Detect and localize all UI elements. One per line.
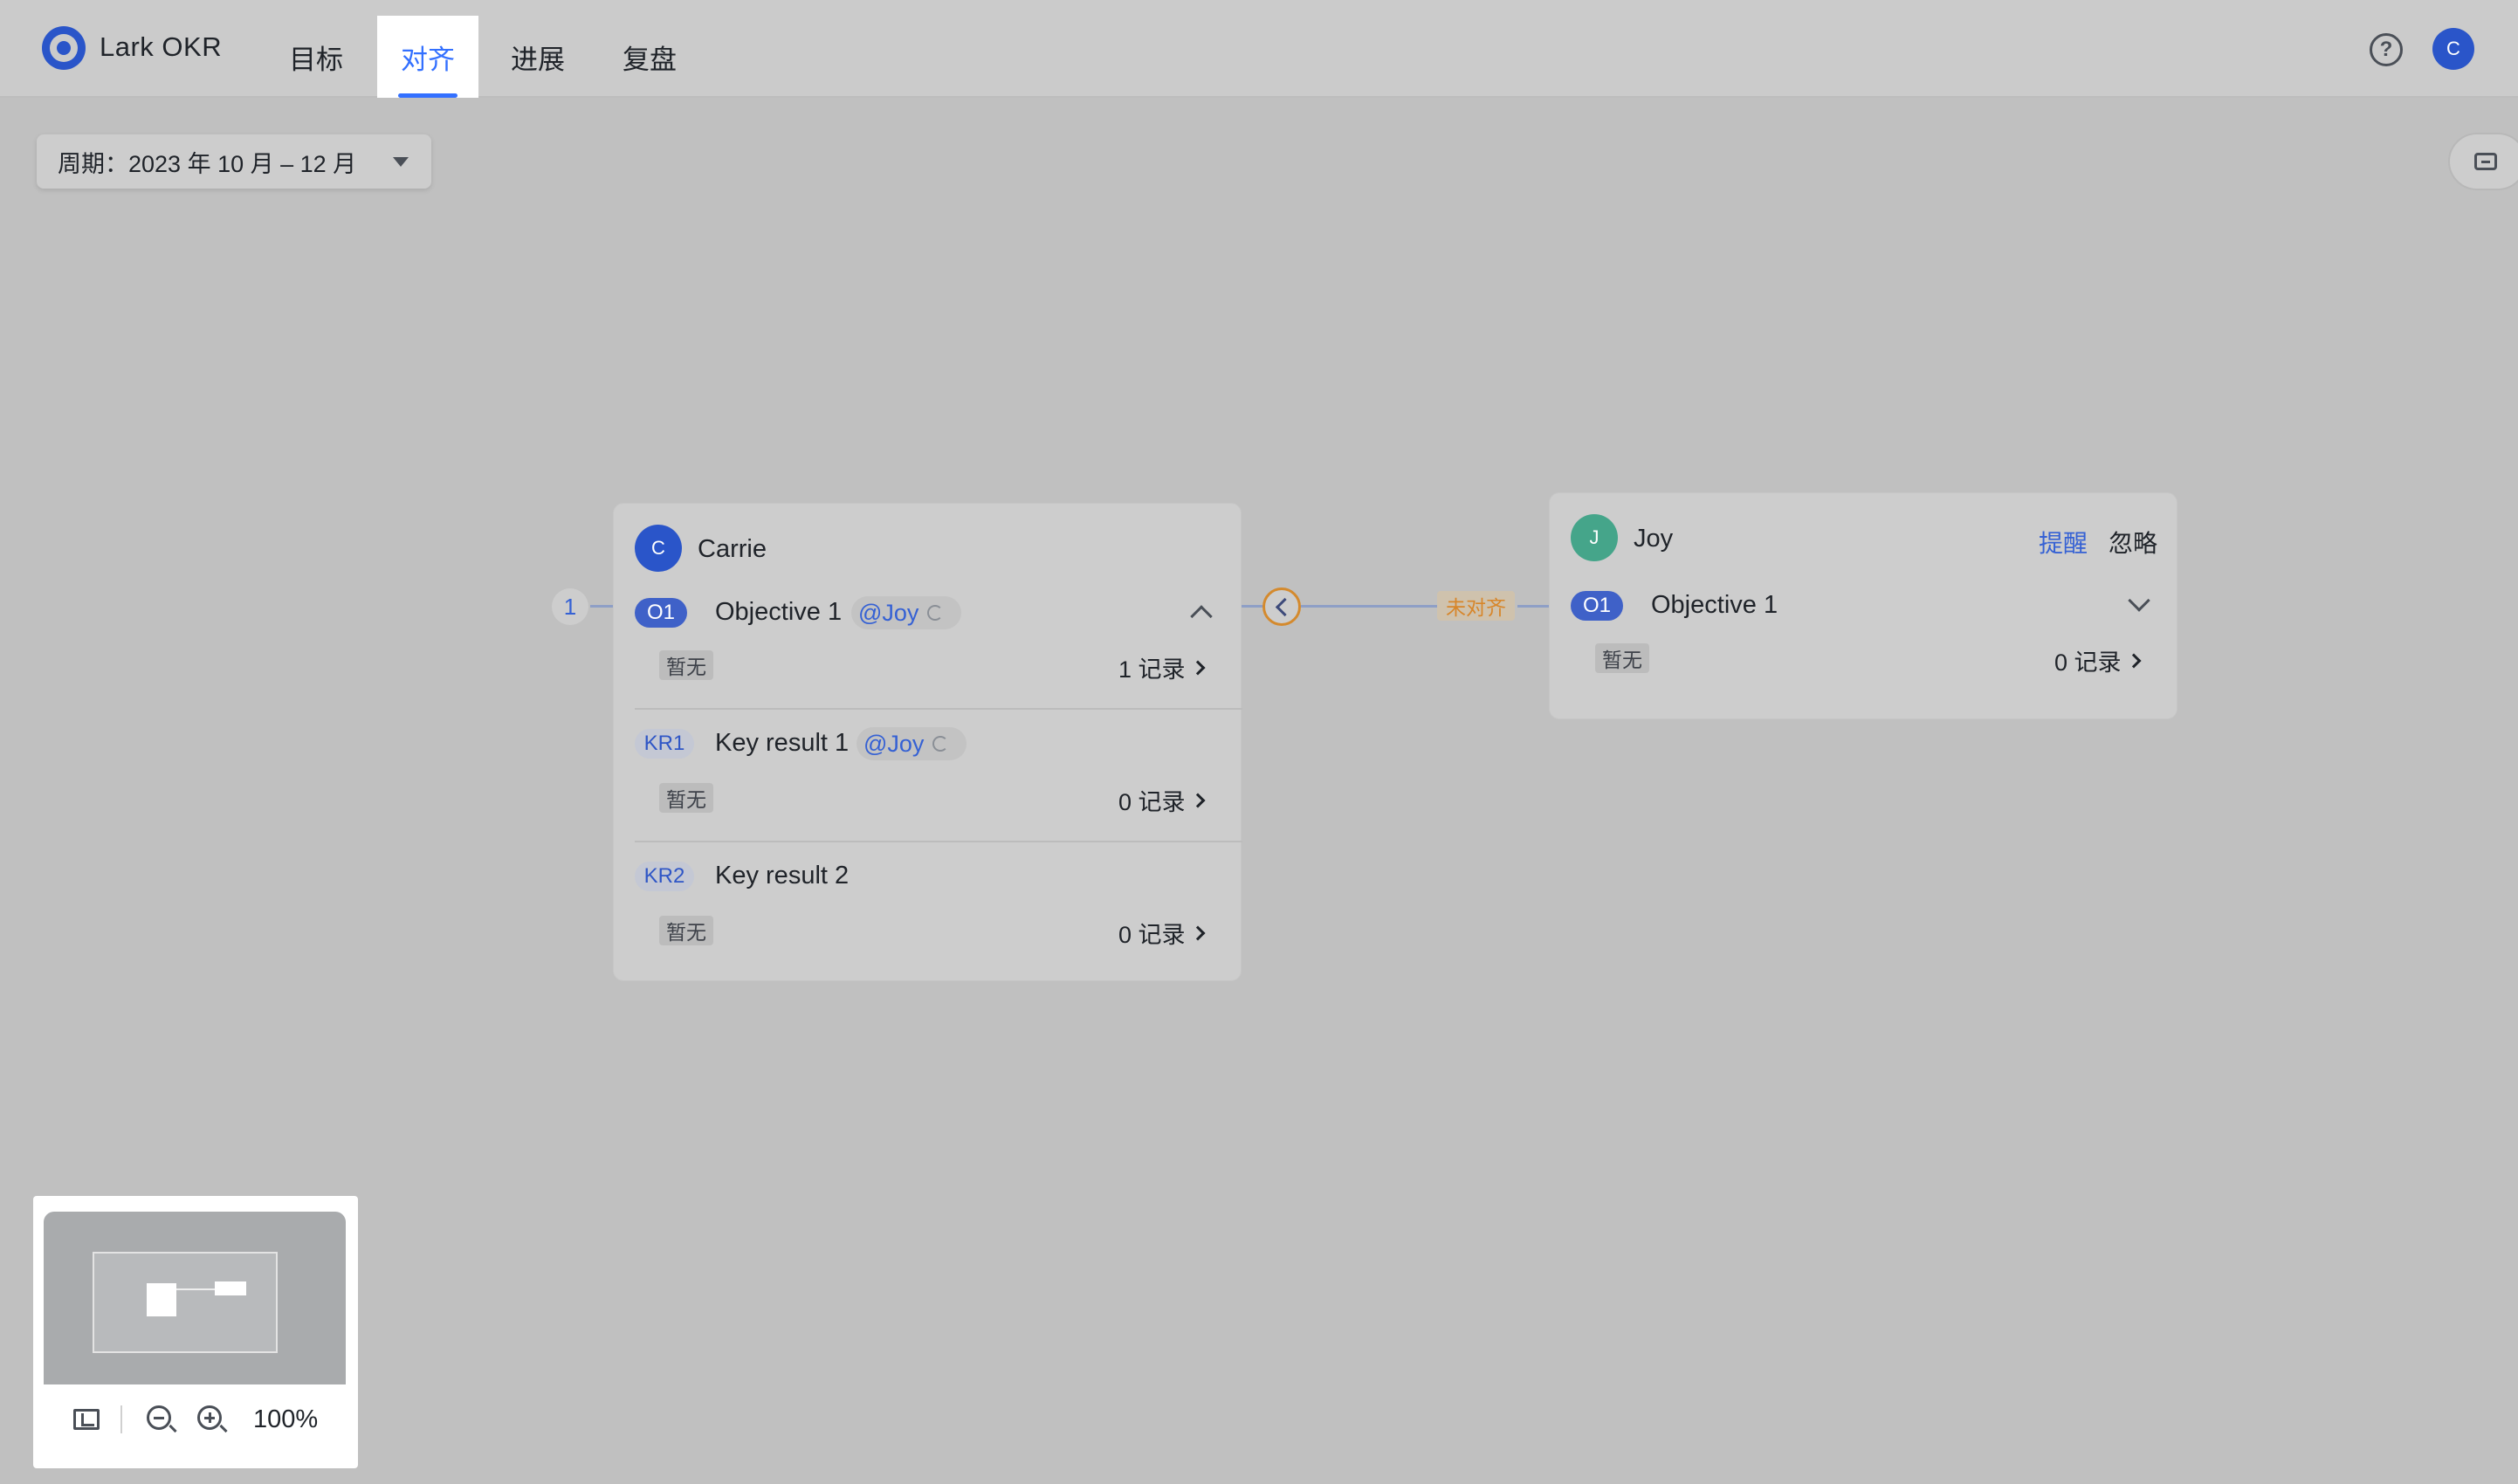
zoom-level: 100% [253,1405,319,1433]
ignore-button[interactable]: 忽略 [2109,525,2157,560]
objective-mention-name: @Joy [858,599,919,626]
help-icon[interactable]: ? [2370,33,2403,66]
minimap-toolbar: 100% [44,1384,346,1454]
top-bar: Lark OKR 目标 对齐 进展 复盘 ? C [0,0,2518,98]
link-icon [927,605,944,621]
zoom-in-icon[interactable] [197,1405,228,1433]
joy-okr-card: J Joy 提醒 忽略 O1 Objective 1 暂无 0 记录 [1549,492,2177,719]
chevron-right-icon [1190,793,1206,807]
tab-goals[interactable]: 目标 [276,16,356,98]
comment-icon [2474,153,2497,170]
link-icon [932,736,949,752]
kr2-status-tag: 暂无 [659,916,713,945]
unaligned-status-tag: 未对齐 [1437,591,1515,621]
divider [635,708,1242,710]
objective-records-link[interactable]: 1 记录 [1118,650,1206,684]
comment-button[interactable] [2448,133,2518,190]
objective-status-tag: 暂无 [659,650,713,680]
lark-okr-logo-icon [42,26,86,70]
caret-down-icon [393,157,409,167]
period-label: 周期：2023 年 10 月 – 12 月 [58,150,357,177]
connector-line-middle [1301,605,1439,608]
minimap-node [147,1283,176,1316]
minimap-canvas[interactable] [44,1212,346,1384]
chevron-right-icon [1190,925,1206,940]
remind-button[interactable]: 提醒 [2039,525,2088,560]
toolbar-divider [120,1405,122,1433]
minimap-connector [176,1288,215,1290]
chevron-right-icon [2126,653,2142,668]
minimap-panel: 100% [33,1196,358,1468]
joy-owner-name[interactable]: Joy [1634,525,1673,553]
divider [635,841,1242,842]
user-avatar[interactable]: C [2432,28,2474,70]
objective-mention[interactable]: @Joy [851,596,961,629]
carrie-okr-card: C Carrie O1 Objective 1 @Joy 暂无 1 记录 KR1… [613,503,1242,981]
joy-objective-title[interactable]: Objective 1 [1651,591,1778,620]
kr1-mention-name: @Joy [863,730,925,757]
objective-badge: O1 [635,598,687,628]
minimap-node [215,1281,246,1295]
chevron-up-icon[interactable] [1190,605,1213,628]
kr2-title[interactable]: Key result 2 [715,862,849,890]
chevron-down-icon[interactable] [2128,589,2150,612]
kr1-badge: KR1 [635,729,694,759]
kr1-title[interactable]: Key result 1 [715,729,849,758]
kr1-records-link[interactable]: 0 记录 [1118,783,1206,817]
joy-objective-records-label: 0 记录 [2054,649,2122,676]
incoming-connector-line [590,605,613,608]
app-title: Lark OKR [100,31,223,62]
kr1-status-tag: 暂无 [659,783,713,813]
carrie-avatar: C [635,525,682,572]
tab-progress[interactable]: 进展 [498,16,578,98]
joy-avatar: J [1571,514,1618,561]
kr1-mention[interactable]: @Joy [857,727,967,760]
kr2-badge: KR2 [635,862,694,891]
joy-objective-records-link[interactable]: 0 记录 [2054,643,2142,677]
joy-objective-badge: O1 [1571,591,1623,621]
tab-review[interactable]: 复盘 [609,16,690,98]
carrie-owner-name[interactable]: Carrie [698,535,767,564]
incoming-count-badge[interactable]: 1 [552,588,588,625]
objective-records-label: 1 记录 [1118,656,1186,683]
zoom-out-icon[interactable] [147,1405,177,1433]
joy-objective-status-tag: 暂无 [1595,643,1649,673]
objective-title[interactable]: Objective 1 [715,598,842,627]
collapse-alignment-icon[interactable] [1262,587,1301,626]
chevron-right-icon [1190,660,1206,675]
kr1-records-label: 0 记录 [1118,789,1186,815]
connector-line-left [1242,605,1264,608]
minimap-viewport[interactable] [93,1252,278,1353]
fit-view-icon[interactable] [73,1409,100,1430]
period-selector[interactable]: 周期：2023 年 10 月 – 12 月 [37,134,431,189]
tab-alignment[interactable]: 对齐 [377,16,478,98]
kr2-records-link[interactable]: 0 记录 [1118,916,1206,950]
connector-line-right [1517,605,1549,608]
kr2-records-label: 0 记录 [1118,922,1186,948]
